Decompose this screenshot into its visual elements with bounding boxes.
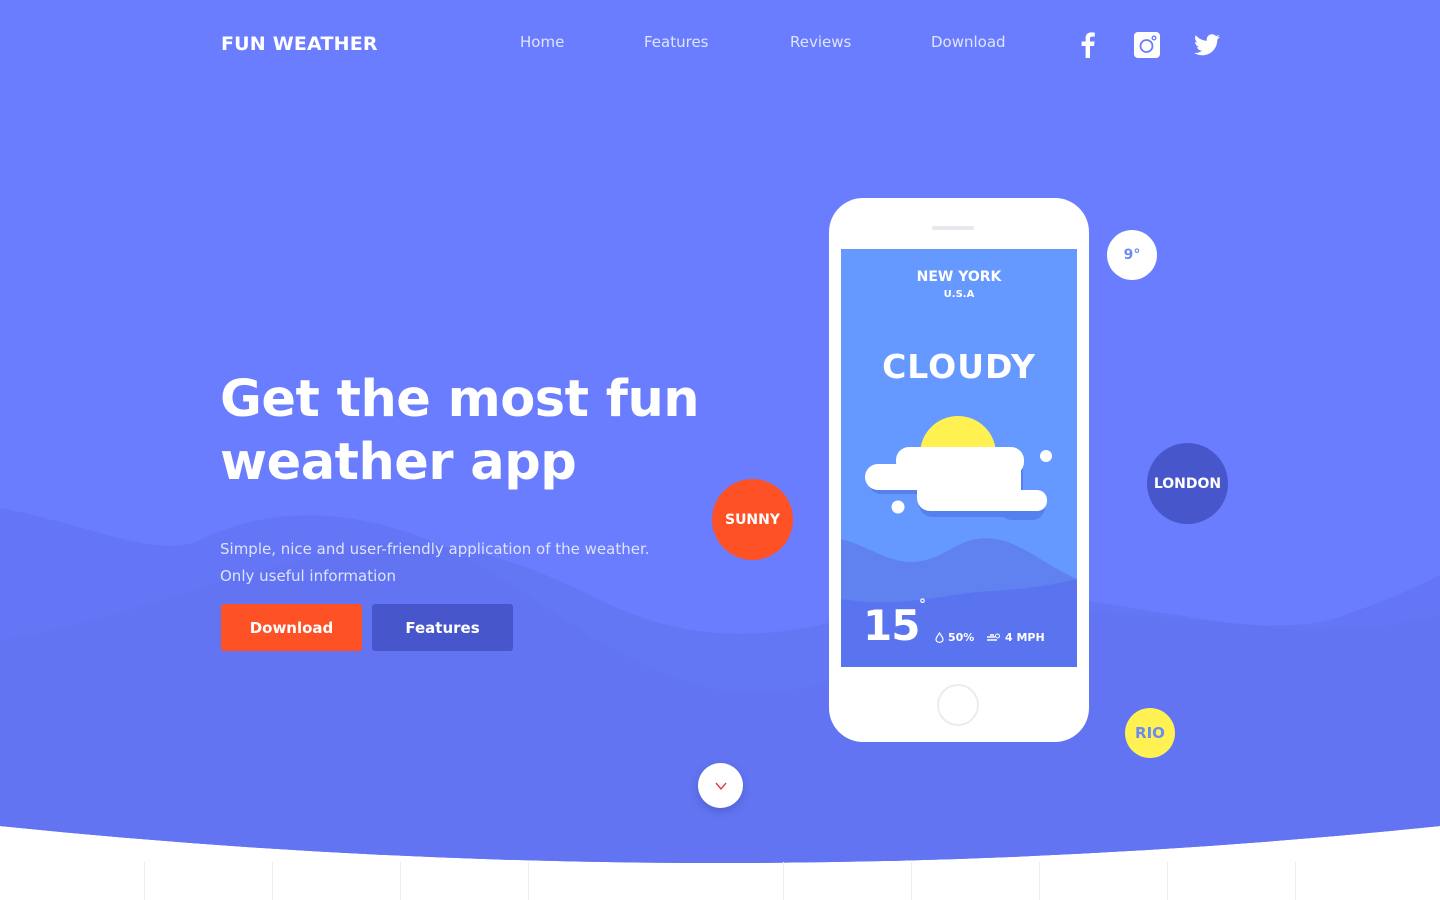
subtitle-line-2: Only useful information	[220, 567, 396, 585]
phone-mockup: NEW YORK U.S.A CLOUDY 15 ° 50% 4 MPH	[829, 198, 1089, 742]
wind-value: 4 MPH	[1005, 631, 1045, 644]
subtitle-line-1: Simple, nice and user-friendly applicati…	[220, 540, 650, 558]
phone-home-button	[937, 684, 979, 726]
nav-features[interactable]: Features	[644, 33, 709, 51]
grid-lines	[0, 862, 1440, 900]
hero-headline: Get the most fun weather app	[220, 368, 740, 494]
degree-symbol: °	[919, 597, 926, 613]
bubble-sunny: SUNNY	[712, 479, 793, 560]
facebook-icon[interactable]	[1074, 31, 1102, 59]
weather-condition: CLOUDY	[882, 347, 1036, 386]
nav-reviews[interactable]: Reviews	[790, 33, 851, 51]
twitter-icon[interactable]	[1193, 31, 1221, 59]
current-temperature: 15	[863, 601, 920, 650]
phone-screen: NEW YORK U.S.A CLOUDY 15 ° 50% 4 MPH	[841, 249, 1077, 667]
droplet-icon	[935, 632, 944, 643]
cloud-sun-icon	[865, 416, 1052, 520]
hero-subtitle: Simple, nice and user-friendly applicati…	[220, 536, 680, 590]
phone-speaker	[932, 226, 974, 230]
humidity-stat: 50%	[935, 631, 974, 644]
bubble-rio: RIO	[1125, 708, 1175, 758]
city-name: NEW YORK	[916, 269, 1002, 285]
instagram-icon[interactable]	[1133, 31, 1161, 59]
nav-download[interactable]: Download	[931, 33, 1006, 51]
headline-line-2: weather app	[220, 433, 577, 492]
logo[interactable]: FUN WEATHER	[221, 33, 378, 55]
chevron-down-icon	[714, 782, 727, 790]
humidity-value: 50%	[948, 631, 975, 644]
headline-line-1: Get the most fun	[220, 370, 700, 429]
hero-section: FUN WEATHER Home Features Reviews Downlo…	[0, 0, 1440, 900]
country-name: U.S.A	[943, 289, 975, 300]
nav-home[interactable]: Home	[520, 33, 564, 51]
wind-icon	[987, 633, 1000, 641]
wind-stat: 4 MPH	[987, 631, 1045, 644]
features-button[interactable]: Features	[372, 604, 513, 651]
bubble-london: LONDON	[1147, 443, 1228, 524]
bubble-temperature: 9°	[1107, 230, 1157, 280]
download-button[interactable]: Download	[221, 604, 362, 651]
scroll-down-button[interactable]	[698, 763, 743, 808]
